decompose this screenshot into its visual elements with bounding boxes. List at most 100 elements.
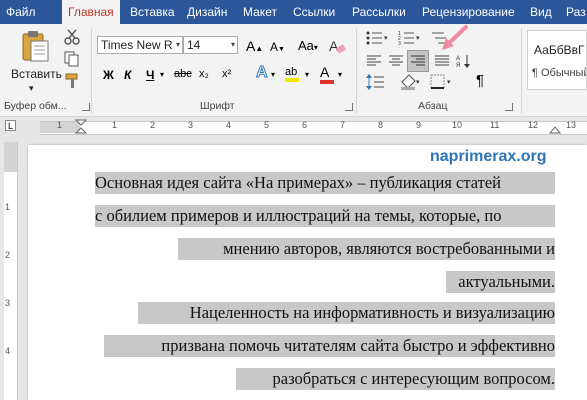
align-left-icon[interactable] — [366, 54, 382, 73]
numbering-icon[interactable]: 1 2 3 ▾ — [398, 30, 422, 51]
bullets-icon[interactable]: ▾ — [366, 30, 390, 51]
strikethrough-button[interactable]: abc — [174, 68, 192, 80]
show-formatting-button[interactable]: ¶ — [476, 72, 484, 89]
line-spacing-icon[interactable] — [366, 74, 390, 95]
svg-text:▾: ▾ — [416, 35, 420, 42]
tab-design[interactable]: Дизайн — [187, 0, 227, 24]
ruler-number: 6 — [302, 120, 308, 130]
paste-icon[interactable] — [18, 30, 52, 69]
subscript-button[interactable]: x₂ — [199, 68, 209, 80]
paragraph-line[interactable]: призвана помочь читателям сайта быстро и… — [104, 335, 555, 357]
cut-icon[interactable] — [64, 29, 80, 50]
indent-marker-icon[interactable] — [75, 119, 87, 135]
ruler-number: 3 — [188, 120, 194, 130]
chevron-down-icon[interactable]: ▾ — [271, 70, 275, 79]
font-color-swatch — [320, 80, 334, 84]
right-indent-marker-icon[interactable] — [549, 119, 561, 135]
sort-icon[interactable]: AЯ — [456, 54, 472, 73]
paragraph-line[interactable]: Нацеленность на информативность и визуал… — [138, 302, 555, 324]
ruler-number: 1 — [57, 120, 63, 130]
chevron-down-icon: ▾ — [230, 40, 235, 49]
font-name-field[interactable]: Times New R ▾ — [97, 36, 183, 54]
paragraph-line[interactable]: с обилием примеров и иллюстраций на темы… — [95, 205, 555, 227]
borders-icon[interactable]: ▾ — [430, 74, 454, 95]
shrink-font-button[interactable]: A▼ — [270, 40, 285, 54]
align-right-icon — [411, 55, 425, 66]
arrow-pointer-icon — [440, 24, 470, 57]
shading-icon[interactable]: ▾ — [400, 74, 422, 95]
clear-format-icon[interactable]: A — [328, 38, 346, 57]
ruler-number: 7 — [340, 120, 346, 130]
divider — [356, 28, 357, 114]
svg-text:3: 3 — [398, 41, 401, 46]
copy-icon[interactable] — [64, 51, 80, 72]
divider — [91, 28, 92, 114]
format-painter-icon[interactable] — [64, 73, 80, 94]
chevron-down-icon[interactable]: ▾ — [338, 70, 342, 79]
vertical-ruler — [4, 142, 18, 400]
ruler-number: 13 — [566, 120, 577, 130]
align-center-icon[interactable] — [388, 54, 404, 73]
tab-insert[interactable]: Вставка — [130, 0, 175, 24]
svg-text:A: A — [456, 56, 460, 62]
svg-text:Я: Я — [456, 63, 460, 68]
paste-dropdown-icon[interactable]: ▾ — [29, 80, 34, 96]
change-case-button[interactable]: Aa▾ — [298, 38, 318, 53]
bold-button[interactable]: Ж — [103, 68, 114, 82]
font-size-value: 14 — [187, 38, 201, 52]
ruler-number: 12 — [528, 120, 539, 130]
vertical-ruler-number: 2 — [5, 250, 11, 260]
tab-review[interactable]: Рецензирование — [422, 0, 515, 24]
ruler-number: 4 — [226, 120, 232, 130]
paragraph-line[interactable]: разобраться с интересующим вопросом. — [236, 368, 555, 390]
grow-font-button[interactable]: A▲ — [246, 38, 263, 54]
style-sample: АаБбВвГ — [534, 43, 585, 57]
paragraph-line[interactable]: мнению авторов, являются востребованными… — [178, 238, 555, 260]
font-color-button[interactable]: A — [320, 64, 334, 84]
vertical-ruler-number: 1 — [5, 202, 11, 212]
superscript-button[interactable]: x² — [222, 68, 231, 80]
watermark-text: naprimerax.org — [430, 148, 547, 165]
underline-button[interactable]: Ч — [146, 68, 154, 82]
paragraph-line[interactable]: актуальными. — [446, 271, 555, 293]
clipboard-launcher-icon[interactable] — [82, 103, 90, 111]
tab-references[interactable]: Ссылки — [293, 0, 335, 24]
tab-layout[interactable]: Макет — [243, 0, 277, 24]
highlight-button[interactable]: ab — [285, 66, 299, 82]
paragraph-group-label: Абзац — [418, 100, 448, 112]
divider — [521, 28, 522, 114]
font-color-icon: A — [320, 64, 330, 80]
chevron-down-icon[interactable]: ▾ — [305, 70, 309, 79]
svg-text:▾: ▾ — [447, 79, 451, 86]
tab-view[interactable]: Вид — [530, 0, 552, 24]
ruler-track[interactable] — [40, 121, 587, 135]
paragraph-line[interactable]: Основная идея сайта «На примерах» – публ… — [95, 172, 555, 194]
justify-icon[interactable] — [434, 54, 450, 73]
vertical-ruler-number: 4 — [5, 346, 11, 356]
paste-button[interactable]: Вставить — [11, 66, 62, 82]
italic-button[interactable]: К — [124, 68, 131, 82]
tab-mailings[interactable]: Рассылки — [352, 0, 406, 24]
text-effects-button[interactable]: A — [256, 64, 269, 82]
styles-gallery[interactable]: АаБбВвГ ¶ Обычный — [527, 30, 587, 90]
ruler-number: 9 — [416, 120, 422, 130]
font-launcher-icon[interactable] — [345, 103, 353, 111]
svg-text:▾: ▾ — [416, 79, 420, 86]
tab-selector-icon[interactable]: L — [5, 120, 16, 131]
tab-file[interactable]: Файл — [6, 0, 36, 24]
ruler-number: 10 — [452, 120, 463, 130]
align-right-button[interactable] — [407, 50, 429, 72]
tab-home[interactable]: Главная — [62, 0, 120, 24]
chevron-down-icon[interactable]: ▾ — [160, 70, 164, 79]
change-case-icon: Aa — [298, 38, 314, 53]
clipboard-group-label: Буфер обм... — [4, 100, 67, 112]
font-name-value: Times New R — [101, 38, 173, 52]
menu-bar: Файл Главная Вставка Дизайн Макет Ссылки… — [0, 0, 587, 24]
style-normal-label: ¶ Обычный — [532, 67, 587, 79]
ruler-number: 11 — [490, 120, 500, 130]
font-size-field[interactable]: 14 ▾ — [183, 36, 238, 54]
highlight-color-swatch — [285, 78, 299, 82]
paragraph-launcher-icon[interactable] — [505, 103, 513, 111]
svg-text:▾: ▾ — [384, 35, 388, 42]
tab-more[interactable]: Раз — [566, 0, 586, 24]
